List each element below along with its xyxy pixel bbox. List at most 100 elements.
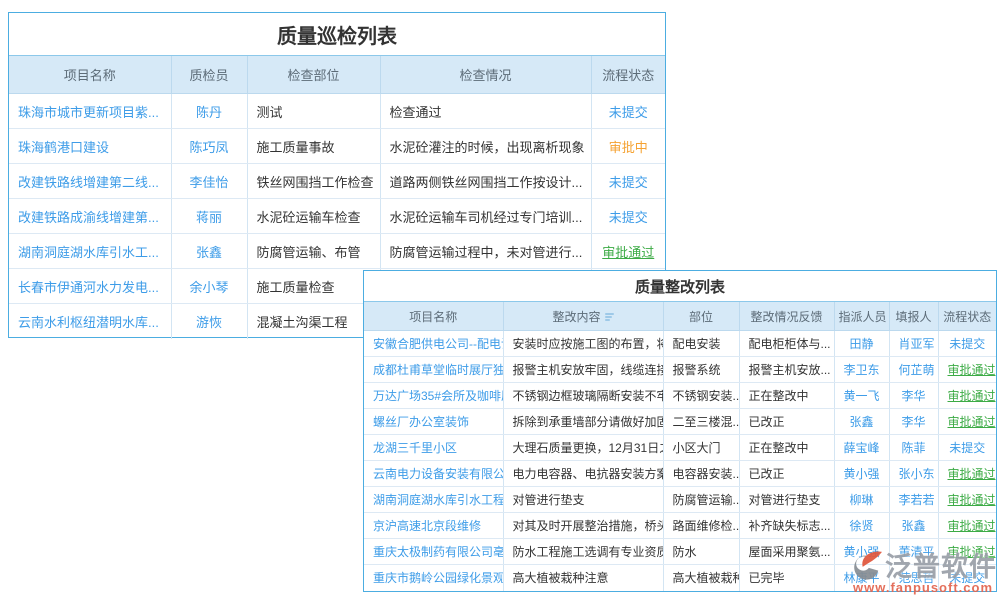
cell-project[interactable]: 珠海市城市更新项目紫... [9,94,171,129]
cell-reporter[interactable]: 李若若 [889,487,938,513]
table-row: 龙湖三千里小区大理石质量更换，12月31日之...小区大门正在整改中薛宝峰陈菲未… [364,435,996,461]
table-row: 湖南洞庭湖水库引水工程施工标对管进行垫支防腐管运输...对管进行垫支柳琳李若若审… [364,487,996,513]
cell-assignee[interactable]: 林康平 [834,565,889,591]
cell-assignee[interactable]: 黄一飞 [834,383,889,409]
cell-project[interactable]: 云南水利枢纽潜明水库... [9,304,171,339]
cell-inspector[interactable]: 陈丹 [171,94,247,129]
inspection-table-title: 质量巡检列表 [9,13,665,56]
cell-status[interactable]: 未提交 [938,565,996,591]
cell-project[interactable]: 龙湖三千里小区 [364,435,503,461]
cell-part: 测试 [247,94,380,129]
cell-part: 防腐管运输、布管 [247,234,380,269]
cell-project[interactable]: 重庆太极制药有限公司亳州中... [364,539,503,565]
column-header-content[interactable]: 整改内容 [503,302,663,331]
cell-content: 不锈钢边框玻璃隔断安装不牢... [503,383,663,409]
cell-assignee[interactable]: 李卫东 [834,357,889,383]
cell-part: 路面维修检... [663,513,739,539]
cell-content: 高大植被栽种注意 [503,565,663,591]
cell-project[interactable]: 成都杜甫草堂临时展厅独立展... [364,357,503,383]
cell-project[interactable]: 长春市伊通河水力发电... [9,269,171,304]
column-header-inspector: 质检员 [171,56,247,94]
cell-status[interactable]: 审批通过 [938,357,996,383]
cell-status[interactable]: 审批通过 [938,513,996,539]
cell-feedback: 补齐缺失标志... [739,513,834,539]
cell-part: 不锈钢安装... [663,383,739,409]
cell-feedback: 正在整改中 [739,383,834,409]
cell-inspector[interactable]: 蒋丽 [171,199,247,234]
cell-status[interactable]: 审批通过 [938,461,996,487]
cell-status[interactable]: 未提交 [591,199,665,234]
cell-status[interactable]: 未提交 [938,435,996,461]
cell-status[interactable]: 审批通过 [938,383,996,409]
cell-part: 铁丝网围挡工作检查 [247,164,380,199]
table-row: 京沪高速北京段维修对其及时开展整治措施，桥头...路面维修检...补齐缺失标志.… [364,513,996,539]
table-row: 珠海鹤港口建设陈巧凤施工质量事故水泥砼灌注的时候，出现离析现象审批中 [9,129,665,164]
cell-content: 对其及时开展整治措施，桥头... [503,513,663,539]
cell-assignee[interactable]: 薛宝峰 [834,435,889,461]
cell-content: 拆除到承重墙部分请做好加固... [503,409,663,435]
cell-reporter[interactable]: 董清平 [889,539,938,565]
cell-assignee[interactable]: 徐贤 [834,513,889,539]
column-header-project: 项目名称 [364,302,503,331]
cell-content: 防水工程施工选调有专业资质... [503,539,663,565]
cell-inspector[interactable]: 李佳怡 [171,164,247,199]
cell-status[interactable]: 审批中 [591,129,665,164]
cell-project[interactable]: 湖南洞庭湖水库引水工... [9,234,171,269]
cell-inspector[interactable]: 陈巧凤 [171,129,247,164]
column-header-part: 检查部位 [247,56,380,94]
cell-part: 防水 [663,539,739,565]
cell-reporter[interactable]: 肖亚军 [889,331,938,357]
cell-project[interactable]: 重庆市鹅岭公园绿化景观提升... [364,565,503,591]
cell-situation: 检查通过 [380,94,591,129]
cell-feedback: 报警主机安放... [739,357,834,383]
cell-inspector[interactable]: 游恢 [171,304,247,339]
cell-assignee[interactable]: 张鑫 [834,409,889,435]
cell-reporter[interactable]: 李华 [889,383,938,409]
cell-project[interactable]: 改建铁路成渝线增建第... [9,199,171,234]
cell-project[interactable]: 珠海鹤港口建设 [9,129,171,164]
cell-inspector[interactable]: 余小琴 [171,269,247,304]
cell-reporter[interactable]: 何芷萌 [889,357,938,383]
cell-content: 报警主机安放牢固，线缆连接... [503,357,663,383]
sort-icon[interactable] [605,312,614,322]
cell-project[interactable]: 改建铁路线增建第二线... [9,164,171,199]
cell-assignee[interactable]: 田静 [834,331,889,357]
cell-project[interactable]: 螺丝厂办公室装饰 [364,409,503,435]
cell-project[interactable]: 京沪高速北京段维修 [364,513,503,539]
column-header-status: 流程状态 [938,302,996,331]
cell-part: 配电安装 [663,331,739,357]
cell-reporter[interactable]: 范思哲 [889,565,938,591]
cell-status[interactable]: 未提交 [591,164,665,199]
cell-status[interactable]: 未提交 [938,331,996,357]
cell-project[interactable]: 万达广场35#会所及咖啡厅空... [364,383,503,409]
column-header-project: 项目名称 [9,56,171,94]
cell-part: 水泥砼运输车检查 [247,199,380,234]
cell-assignee[interactable]: 黄小强 [834,461,889,487]
table-row: 成都杜甫草堂临时展厅独立展...报警主机安放牢固，线缆连接...报警系统报警主机… [364,357,996,383]
cell-project[interactable]: 安徽合肥供电公司--配电设备... [364,331,503,357]
cell-status[interactable]: 未提交 [591,94,665,129]
cell-situation: 水泥砼运输车司机经过专门培训... [380,199,591,234]
cell-content: 大理石质量更换，12月31日之... [503,435,663,461]
cell-inspector[interactable]: 张鑫 [171,234,247,269]
cell-status[interactable]: 审批通过 [591,234,665,269]
column-header-assignee: 指派人员 [834,302,889,331]
cell-content: 电力电容器、电抗器安装方案... [503,461,663,487]
cell-assignee[interactable]: 柳琳 [834,487,889,513]
cell-feedback: 已改正 [739,461,834,487]
cell-situation: 道路两侧铁丝网围挡工作按设计... [380,164,591,199]
cell-assignee[interactable]: 黄小强 [834,539,889,565]
rectification-table-title: 质量整改列表 [364,271,996,302]
table-row: 珠海市城市更新项目紫...陈丹测试检查通过未提交 [9,94,665,129]
cell-reporter[interactable]: 陈菲 [889,435,938,461]
cell-status[interactable]: 审批通过 [938,539,996,565]
cell-reporter[interactable]: 李华 [889,409,938,435]
cell-reporter[interactable]: 张小东 [889,461,938,487]
header-row: 项目名称质检员检查部位检查情况流程状态 [9,56,665,94]
cell-project[interactable]: 云南电力设备安装有限公司20... [364,461,503,487]
cell-content: 对管进行垫支 [503,487,663,513]
cell-status[interactable]: 审批通过 [938,409,996,435]
cell-status[interactable]: 审批通过 [938,487,996,513]
cell-reporter[interactable]: 张鑫 [889,513,938,539]
cell-project[interactable]: 湖南洞庭湖水库引水工程施工标 [364,487,503,513]
